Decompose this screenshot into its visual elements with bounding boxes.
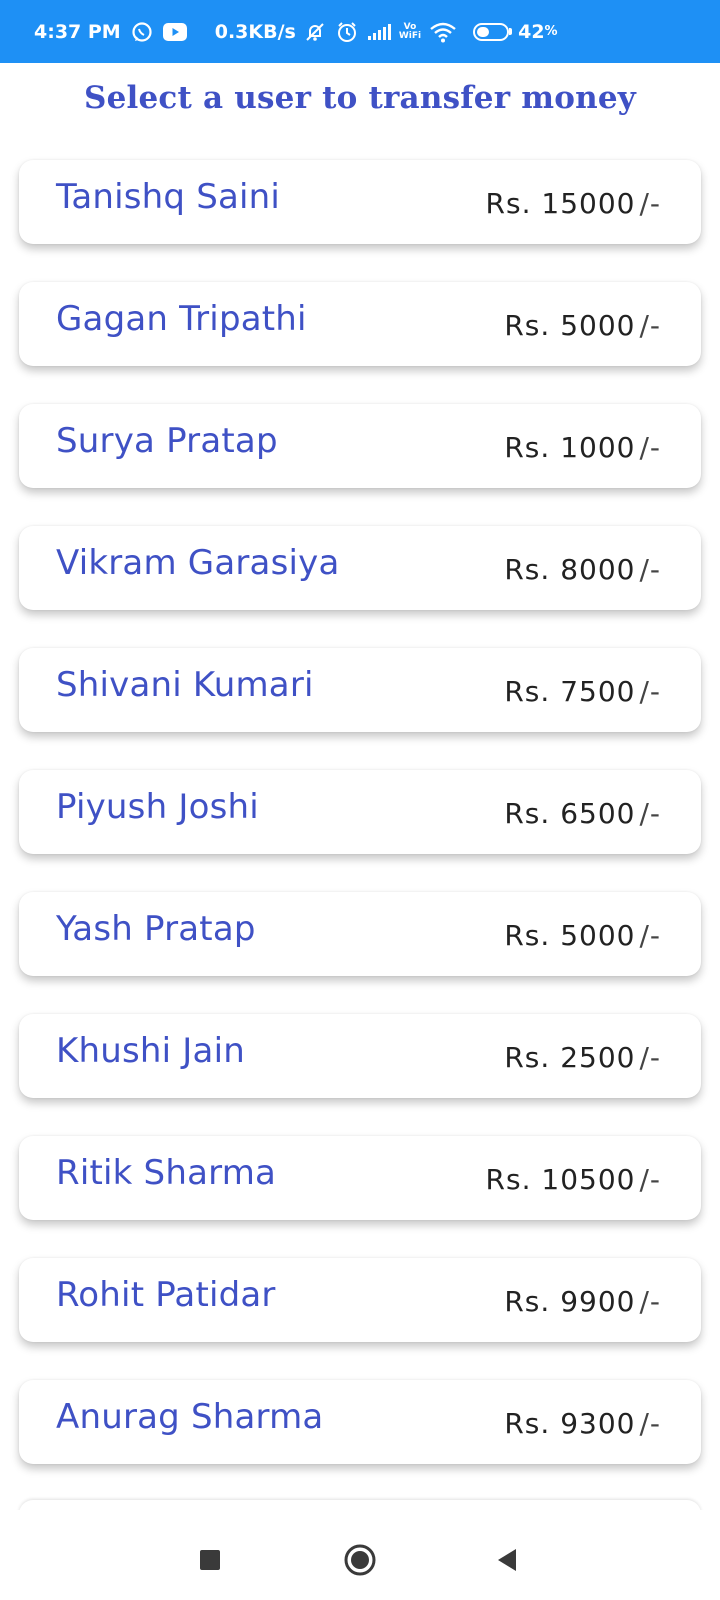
alarm-icon — [336, 21, 358, 43]
balance-amount: Rs. 9900 — [504, 1285, 636, 1318]
balance-amount: Rs. 15000 — [485, 187, 636, 220]
user-name: Gagan Tripathi — [56, 299, 307, 339]
user-balance: Rs. 9300/- — [504, 1407, 661, 1440]
user-name: Vikram Garasiya — [56, 543, 340, 583]
network-speed: 0.3KB/s — [214, 20, 296, 43]
battery-percent: 42 — [518, 20, 545, 43]
vowifi-indicator: Vo WiFi — [398, 22, 422, 41]
user-card[interactable]: Gagan Tripathi Rs. 5000/- — [19, 282, 701, 366]
user-name: Surya Pratap — [56, 421, 278, 461]
home-button[interactable] — [340, 1540, 380, 1580]
balance-amount: Rs. 6500 — [504, 797, 636, 830]
user-balance: Rs. 15000/- — [486, 187, 661, 220]
recents-button[interactable] — [190, 1540, 230, 1580]
balance-amount: Rs. 7500 — [504, 675, 636, 708]
notifications-off-icon — [304, 21, 326, 43]
signal-icon — [367, 23, 391, 40]
user-card[interactable]: Ritik Sharma Rs. 10500/- — [19, 1136, 701, 1220]
balance-suffix: /- — [639, 1285, 661, 1318]
user-name: Tanishq Saini — [56, 177, 281, 217]
balance-amount: Rs. 5000 — [504, 919, 636, 952]
user-card[interactable]: Piyush Joshi Rs. 6500/- — [19, 770, 701, 854]
user-card[interactable]: Rohit Patidar Rs. 9900/- — [19, 1258, 701, 1342]
balance-suffix: /- — [639, 1407, 661, 1440]
user-balance: Rs. 7500/- — [504, 675, 661, 708]
user-card[interactable]: Tanishq Saini Rs. 15000/- — [19, 160, 701, 244]
back-button[interactable] — [487, 1540, 527, 1580]
user-balance: Rs. 2500/- — [504, 1041, 661, 1074]
balance-amount: Rs. 5000 — [504, 309, 636, 342]
user-list: Tanishq Saini Rs. 15000/- Gagan Tripathi Rs… — [19, 160, 701, 1502]
status-time: 4:37 PM — [34, 20, 121, 43]
balance-suffix: /- — [639, 1163, 661, 1196]
balance-amount: Rs. 2500 — [504, 1041, 636, 1074]
balance-suffix: /- — [639, 675, 661, 708]
balance-amount: Rs. 9300 — [504, 1407, 636, 1440]
navigation-bar — [0, 1510, 720, 1600]
balance-amount: Rs. 10500 — [485, 1163, 636, 1196]
balance-amount: Rs. 8000 — [504, 553, 636, 586]
status-bar: 4:37 PM 0.3KB/s Vo WiFi 42% — [0, 0, 720, 63]
back-triangle-icon — [498, 1549, 516, 1571]
user-card[interactable]: Anurag Sharma Rs. 9300/- — [19, 1380, 701, 1464]
user-card[interactable]: Khushi Jain Rs. 2500/- — [19, 1014, 701, 1098]
page-title: Select a user to transfer money — [84, 80, 636, 116]
balance-suffix: /- — [639, 187, 661, 220]
user-name: Anurag Sharma — [56, 1397, 324, 1437]
youtube-icon — [162, 22, 187, 41]
user-name: Shivani Kumari — [56, 665, 314, 705]
user-card[interactable]: Yash Pratap Rs. 5000/- — [19, 892, 701, 976]
user-name: Rohit Patidar — [56, 1275, 276, 1315]
vowifi-bottom: WiFi — [398, 30, 422, 41]
user-balance: Rs. 10500/- — [486, 1163, 661, 1196]
user-card[interactable]: Shivani Kumari Rs. 7500/- — [19, 648, 701, 732]
user-balance: Rs. 9900/- — [504, 1285, 661, 1318]
recents-square-icon — [200, 1550, 220, 1570]
user-name: Ritik Sharma — [56, 1153, 277, 1193]
user-balance: Rs. 5000/- — [504, 309, 661, 342]
battery-percent-sign: % — [544, 24, 558, 39]
balance-suffix: /- — [639, 309, 661, 342]
balance-suffix: /- — [639, 1041, 661, 1074]
balance-suffix: /- — [639, 431, 661, 464]
battery-icon — [473, 22, 513, 41]
home-circle-icon — [344, 1544, 376, 1576]
user-name: Piyush Joshi — [56, 787, 259, 827]
balance-suffix: /- — [639, 919, 661, 952]
whatsapp-icon — [131, 21, 153, 43]
user-card[interactable]: Surya Pratap Rs. 1000/- — [19, 404, 701, 488]
balance-suffix: /- — [639, 553, 661, 586]
user-balance: Rs. 6500/- — [504, 797, 661, 830]
user-name: Khushi Jain — [56, 1031, 245, 1071]
user-name: Yash Pratap — [56, 909, 256, 949]
balance-suffix: /- — [639, 797, 661, 830]
wifi-icon — [429, 21, 457, 43]
user-balance: Rs. 5000/- — [504, 919, 661, 952]
user-balance: Rs. 1000/- — [504, 431, 661, 464]
user-card[interactable]: Vikram Garasiya Rs. 8000/- — [19, 526, 701, 610]
user-balance: Rs. 8000/- — [504, 553, 661, 586]
balance-amount: Rs. 1000 — [504, 431, 636, 464]
